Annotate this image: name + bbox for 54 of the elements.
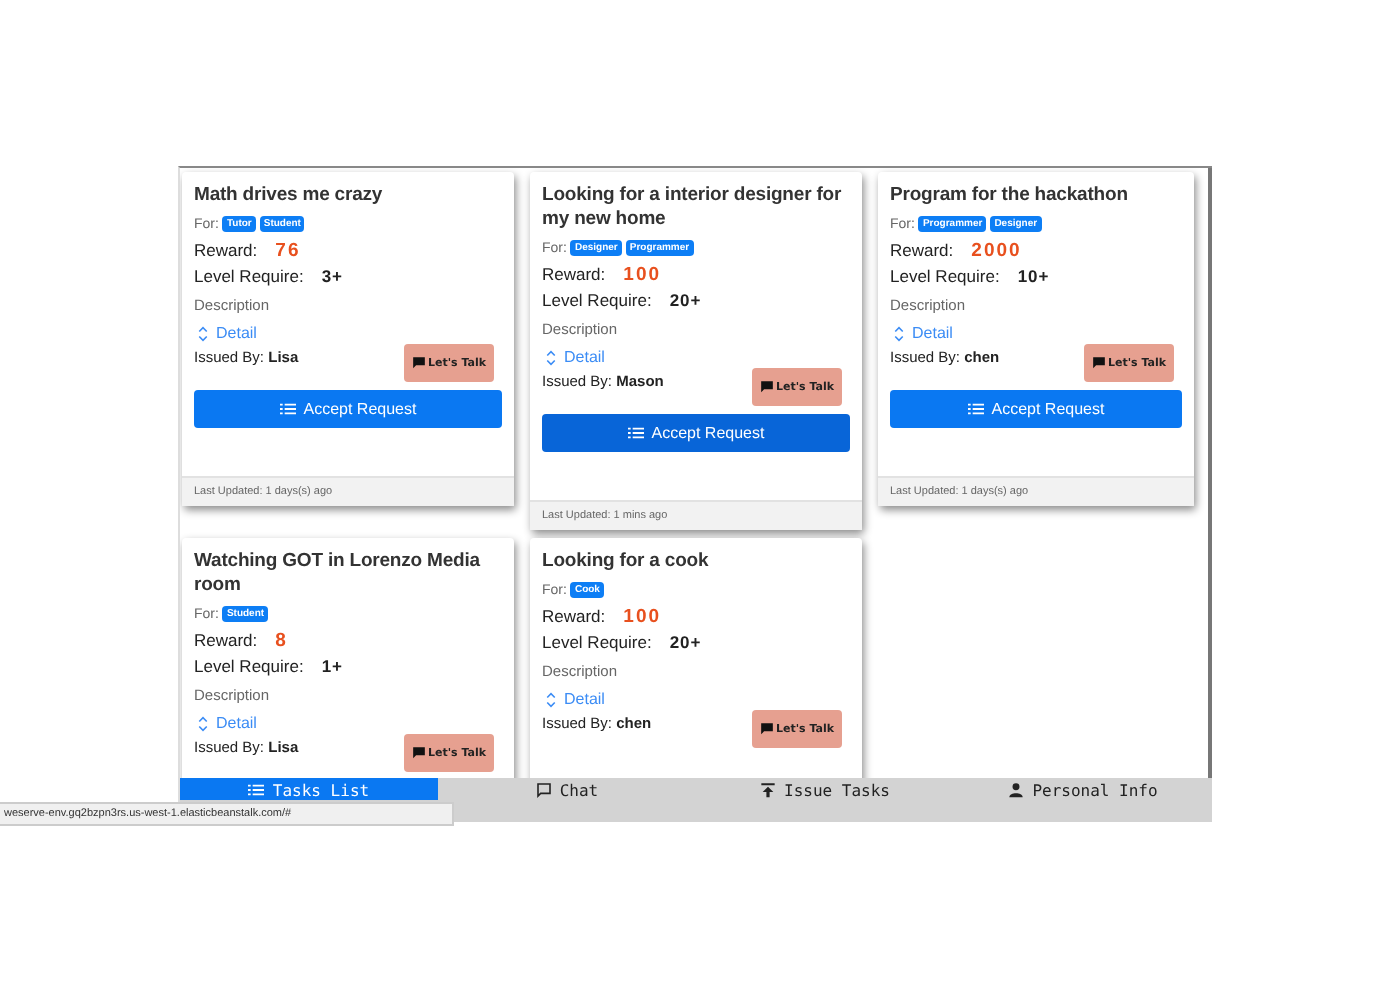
- reward-value: 8: [275, 630, 288, 652]
- expand-icon[interactable]: [546, 349, 556, 365]
- accept-request-button[interactable]: Accept Request: [194, 390, 502, 428]
- reward-label: Reward:: [890, 240, 954, 260]
- accept-request-button[interactable]: Accept Request: [542, 414, 850, 452]
- level-label: Level Require:: [542, 290, 652, 310]
- reward-label: Reward:: [194, 240, 258, 260]
- chat-icon: [535, 782, 552, 798]
- expand-icon[interactable]: [198, 715, 208, 731]
- reward-value: 100: [623, 264, 662, 286]
- person-icon: [1008, 782, 1025, 798]
- detail-link[interactable]: Detail: [216, 324, 257, 342]
- list-icon: [279, 402, 296, 416]
- level-value: 20+: [669, 290, 702, 310]
- task-title: Looking for a cook: [542, 550, 711, 574]
- detail-link[interactable]: Detail: [564, 690, 605, 708]
- task-title: Program for the hackathon: [890, 184, 1130, 208]
- list-icon: [627, 426, 644, 440]
- chat-icon: [411, 746, 426, 760]
- chat-icon: [759, 380, 774, 394]
- detail-link[interactable]: Detail: [216, 714, 257, 732]
- chat-icon: [411, 356, 426, 370]
- level-value: 1+: [321, 656, 344, 676]
- accept-request-button[interactable]: Accept Request: [890, 390, 1182, 428]
- list-icon: [248, 782, 265, 798]
- task-title: Watching GOT in Lorenzo Media room: [194, 550, 483, 598]
- nav-tab[interactable]: Personal Info: [954, 778, 1212, 800]
- expand-icon[interactable]: [198, 325, 208, 341]
- chat-icon: [1091, 356, 1106, 370]
- nav-tab[interactable]: Tasks List: [180, 778, 438, 800]
- list-icon: [967, 402, 984, 416]
- reward-value: 100: [623, 606, 662, 628]
- nav-tab[interactable]: Chat: [438, 778, 696, 800]
- upload-icon: [760, 782, 776, 798]
- reward-label: Reward:: [194, 630, 258, 650]
- level-label: Level Require:: [542, 632, 652, 652]
- detail-link[interactable]: Detail: [912, 324, 953, 342]
- task-title: Looking for a interior designer for my new home: [542, 184, 844, 232]
- level-label: Level Require:: [194, 266, 304, 286]
- level-value: 20+: [669, 632, 702, 652]
- reward-label: Reward:: [542, 606, 606, 626]
- reward-value: 2000: [971, 240, 1022, 262]
- expand-icon[interactable]: [546, 691, 556, 707]
- reward-label: Reward:: [542, 264, 606, 284]
- chat-icon: [759, 722, 774, 736]
- reward-value: 76: [275, 240, 301, 262]
- level-value: 10+: [1017, 266, 1050, 286]
- level-value: 3+: [321, 266, 344, 286]
- level-label: Level Require:: [194, 656, 304, 676]
- nav-tab[interactable]: Issue Tasks: [696, 778, 954, 800]
- expand-icon[interactable]: [894, 325, 904, 341]
- detail-link[interactable]: Detail: [564, 348, 605, 366]
- task-title: Math drives me crazy: [194, 184, 385, 208]
- level-label: Level Require:: [890, 266, 1000, 286]
